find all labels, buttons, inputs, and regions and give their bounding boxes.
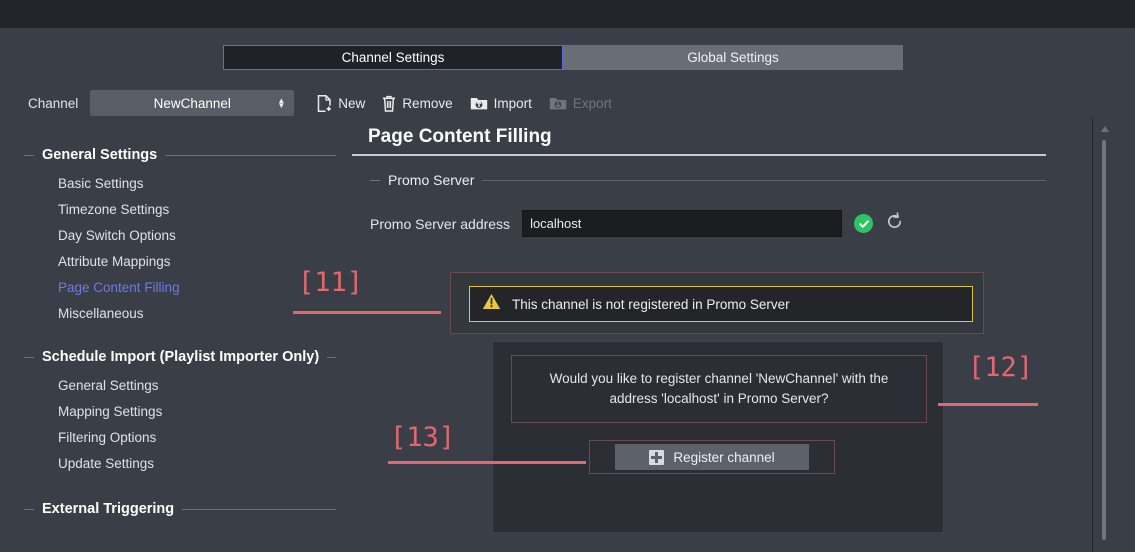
settings-tabstrip: Channel Settings Global Settings [223, 45, 903, 70]
group-rule [327, 357, 336, 358]
scrollbar-thumb[interactable] [1102, 140, 1106, 540]
group-rule [182, 509, 336, 510]
page-title: Page Content Filling [350, 118, 1092, 154]
sidebar-item-timezone-settings[interactable]: Timezone Settings [0, 196, 350, 222]
channel-actions: New Remove [310, 92, 619, 115]
annotation-11-leader [293, 311, 441, 314]
promo-server-address-row: Promo Server address [350, 188, 1092, 237]
new-channel-button[interactable]: New [310, 92, 372, 115]
tab-global-settings-label: Global Settings [687, 50, 779, 65]
sidebar-item-basic-settings[interactable]: Basic Settings [0, 170, 350, 196]
group-dash [24, 509, 34, 510]
window-title-bar [0, 0, 1135, 28]
register-channel-button-label: Register channel [673, 450, 774, 465]
new-channel-label: New [338, 96, 365, 111]
sidebar-item-update-settings[interactable]: Update Settings [0, 450, 350, 476]
register-question-box: Would you like to register channel 'NewC… [511, 355, 927, 423]
group-dash [24, 357, 34, 358]
promo-server-address-label: Promo Server address [370, 216, 510, 232]
sidebar-group-title: Schedule Import (Playlist Importer Only) [42, 349, 319, 365]
register-channel-panel: Would you like to register channel 'NewC… [492, 341, 944, 533]
register-question-text: Would you like to register channel 'NewC… [526, 369, 912, 409]
annotation-13-leader [388, 461, 586, 464]
plus-icon [649, 450, 664, 465]
tab-channel-settings-label: Channel Settings [342, 50, 445, 65]
settings-sidebar: General Settings Basic Settings Timezone… [0, 140, 350, 524]
sidebar-item-schedule-general-settings[interactable]: General Settings [0, 372, 350, 398]
sidebar-group-title: General Settings [42, 147, 157, 163]
export-folder-icon [549, 95, 567, 111]
new-document-icon [317, 95, 332, 112]
chevron-updown-icon: ▲▼ [277, 98, 285, 108]
section-rule [482, 180, 1046, 181]
sidebar-group-external-triggering: External Triggering [0, 494, 350, 524]
export-channel-label: Export [573, 96, 612, 111]
annotation-12-leader [938, 403, 1038, 406]
import-channel-button[interactable]: Import [463, 92, 539, 114]
application-window: Channel Settings Global Settings Channel… [0, 0, 1135, 552]
channel-toolbar: Channel NewChannel ▲▼ New [28, 90, 619, 116]
sidebar-group-schedule-import: Schedule Import (Playlist Importer Only) [0, 342, 350, 372]
channel-select[interactable]: NewChannel ▲▼ [90, 90, 294, 116]
sidebar-item-mapping-settings[interactable]: Mapping Settings [0, 398, 350, 424]
annotation-11-label: [11] [298, 267, 363, 298]
annotation-13-label: [13] [390, 422, 455, 453]
content-scrollbar[interactable] [1098, 126, 1110, 546]
promo-server-address-input[interactable] [522, 210, 842, 237]
group-dash [24, 155, 34, 156]
promo-server-section-header: Promo Server [350, 156, 1092, 188]
register-channel-button[interactable]: Register channel [615, 444, 809, 470]
tab-channel-settings[interactable]: Channel Settings [223, 45, 563, 70]
channel-label: Channel [28, 96, 78, 111]
tab-global-settings[interactable]: Global Settings [563, 45, 903, 70]
channel-select-value: NewChannel [154, 96, 231, 111]
promo-server-section-title: Promo Server [388, 172, 474, 188]
promo-warning-container: This channel is not registered in Promo … [450, 272, 984, 334]
scroll-up-arrow-icon[interactable] [1101, 126, 1109, 132]
promo-warning-banner: This channel is not registered in Promo … [469, 286, 973, 322]
sidebar-item-day-switch-options[interactable]: Day Switch Options [0, 222, 350, 248]
remove-channel-label: Remove [402, 96, 452, 111]
remove-channel-button[interactable]: Remove [375, 92, 459, 115]
content-panel-divider [1092, 118, 1093, 552]
group-rule [165, 155, 336, 156]
connection-ok-icon [854, 214, 873, 233]
settings-content-panel: Page Content Filling Promo Server Promo … [350, 118, 1092, 237]
sidebar-group-general-settings: General Settings [0, 140, 350, 170]
export-channel-button[interactable]: Export [542, 92, 619, 114]
sidebar-item-filtering-options[interactable]: Filtering Options [0, 424, 350, 450]
trash-icon [382, 95, 396, 112]
section-dash [370, 180, 380, 181]
warning-triangle-icon [482, 293, 501, 315]
sidebar-group-title: External Triggering [42, 501, 174, 517]
register-channel-button-frame: Register channel [589, 440, 835, 474]
refresh-icon[interactable] [885, 212, 904, 236]
annotation-12-label: [12] [968, 352, 1033, 383]
promo-warning-text: This channel is not registered in Promo … [512, 297, 790, 312]
import-folder-icon [470, 95, 488, 111]
import-channel-label: Import [494, 96, 532, 111]
